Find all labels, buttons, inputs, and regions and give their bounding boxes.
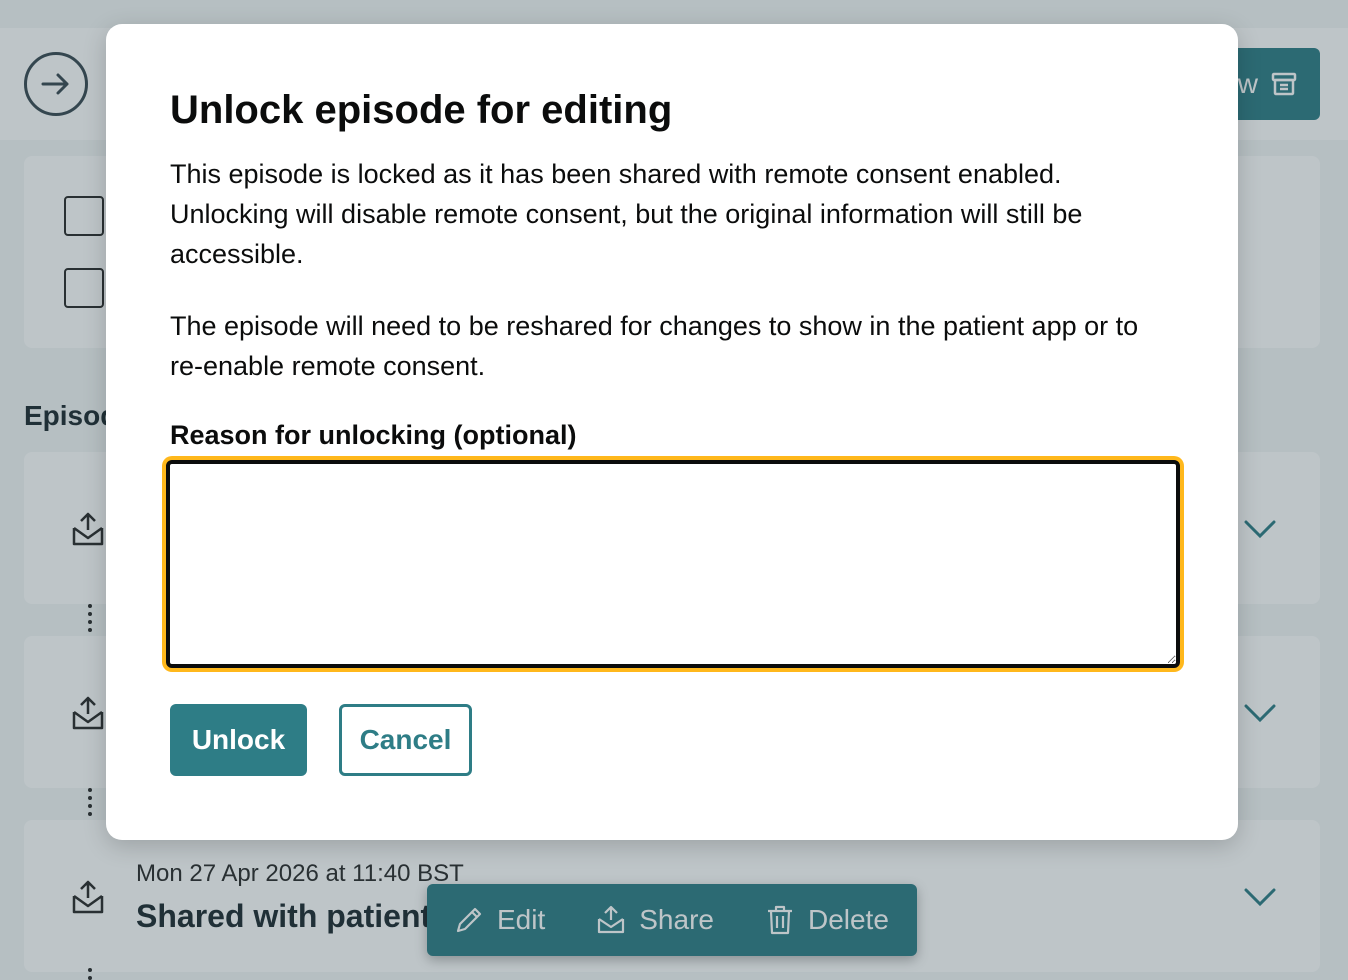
dialog-note: The episode will need to be reshared for…	[170, 311, 1139, 381]
cancel-button[interactable]: Cancel	[339, 704, 472, 776]
unlock-dialog: Unlock episode for editing This episode …	[106, 24, 1238, 840]
reason-field-label: Reason for unlocking (optional)	[170, 420, 577, 450]
unlock-button[interactable]: Unlock	[170, 704, 307, 776]
dialog-title: Unlock episode for editing	[170, 88, 673, 132]
dialog-description: This episode is locked as it has been sh…	[170, 159, 1083, 269]
reason-textarea[interactable]	[166, 460, 1180, 668]
